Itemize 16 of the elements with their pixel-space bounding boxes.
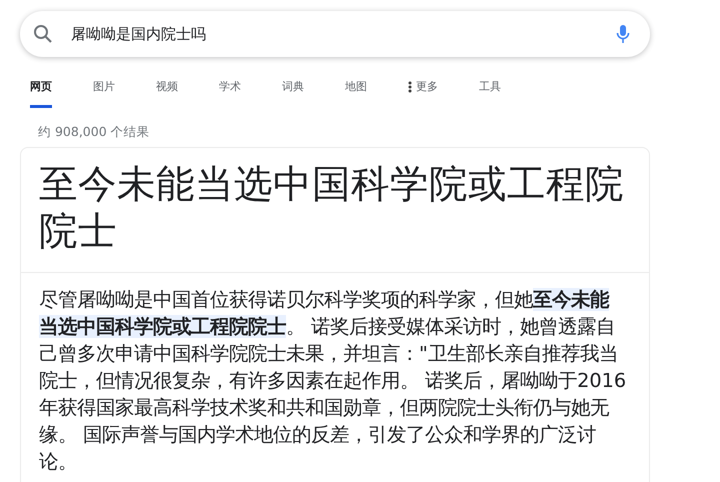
- search-query: 屠呦呦是国内院士吗: [71, 24, 207, 44]
- result-count: 约 908,000 个结果: [38, 124, 151, 141]
- microphone-icon[interactable]: [616, 24, 630, 44]
- search-tab[interactable]: 图片: [93, 75, 115, 108]
- search-field[interactable]: 屠呦呦是国内院士吗: [20, 11, 650, 57]
- search-tab[interactable]: 更多: [408, 75, 438, 108]
- more-icon: [408, 80, 412, 92]
- snippet-title: 至今未能当选中国科学院或工程院院士: [38, 161, 625, 255]
- search-tab[interactable]: 网页: [30, 75, 52, 108]
- search-tab[interactable]: 地图: [345, 75, 367, 108]
- search-icon: [33, 24, 53, 44]
- search-tab[interactable]: 工具: [479, 75, 501, 108]
- snippet-text: 尽管屠呦呦是中国首位获得诺贝尔科学奖项的科学家，但她至今未能当选中国科学院或工程院院士。 诺奖后接受媒体采访时，她曾透露自己曾多次申请中国科学院院士未果，并坦言："卫生部长亲自推荐我当院士，但情况很复杂，有许多因素在起作用。 诺奖后，屠呦呦于2016年获得国家最高科学技术奖和共和国勋章，但两院院士头衔仍与她无缘。 国际声誉与国内学术地位的反差，引发了公众和学界的广泛讨论。: [38, 287, 627, 475]
- search-tab[interactable]: 视频: [156, 75, 178, 108]
- search-tab[interactable]: 学术: [219, 75, 241, 108]
- search-tab[interactable]: 词典: [282, 75, 304, 108]
